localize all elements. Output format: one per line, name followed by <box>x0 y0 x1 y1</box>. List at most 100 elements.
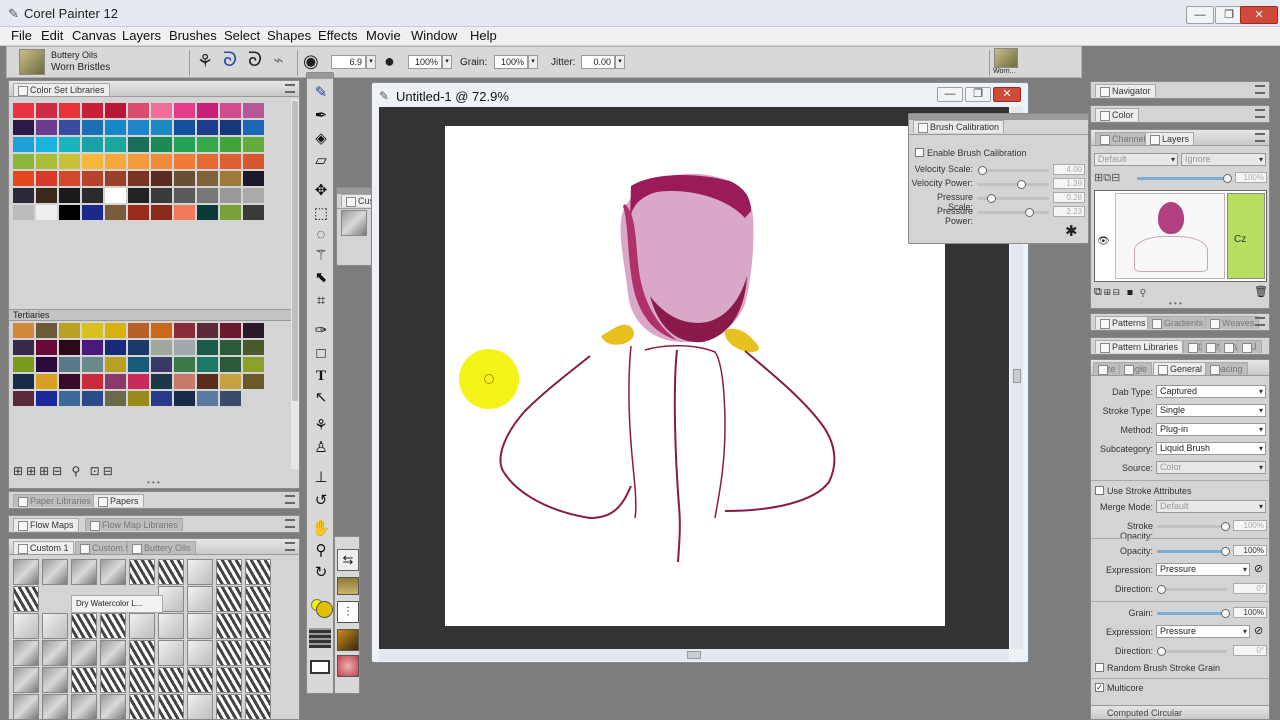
navigator-tab[interactable]: Navigator <box>1095 84 1156 97</box>
stroke-opacity-slider[interactable] <box>1157 522 1230 531</box>
color-set-tab[interactable]: Color Set Libraries <box>13 83 110 96</box>
tertiary-color-swatch[interactable] <box>151 323 172 338</box>
color-swatch[interactable] <box>105 171 126 186</box>
composite-method-dropdown[interactable]: Default <box>1094 153 1178 166</box>
tertiary-color-swatch[interactable] <box>197 323 218 338</box>
buttery-oils-tab[interactable]: Buttery Oils <box>127 541 196 554</box>
opacity-field[interactable]: 100% <box>408 55 442 69</box>
stroke-opacity-value[interactable]: 100% <box>1233 520 1267 531</box>
calibration-slider[interactable] <box>977 180 1049 189</box>
tertiary-color-swatch[interactable] <box>197 374 218 389</box>
menu-window[interactable]: Window <box>411 28 457 43</box>
visibility-eye-icon[interactable]: 👁 <box>1097 236 1110 247</box>
brush-variant-thumbnail[interactable] <box>13 667 39 693</box>
opacity-dropdown[interactable]: ▾ <box>442 55 452 69</box>
tertiary-color-swatch[interactable] <box>36 357 57 372</box>
stroke-type-icon[interactable]: ⚘ <box>197 51 213 72</box>
brush-variant-thumbnail[interactable] <box>129 640 155 666</box>
tertiary-color-swatch[interactable] <box>59 357 80 372</box>
tertiary-color-swatch[interactable] <box>128 391 149 406</box>
stroke-type-dropdown[interactable]: Single <box>1156 404 1266 417</box>
tertiary-color-swatch[interactable] <box>243 374 264 389</box>
doc-close-button[interactable]: ✕ <box>993 87 1021 102</box>
color-swatch[interactable] <box>197 171 218 186</box>
doc-maximize-button[interactable]: ❐ <box>965 87 991 102</box>
slider-knob[interactable] <box>1157 585 1166 594</box>
flow-maps-tab[interactable]: Flow Maps <box>13 518 79 531</box>
tertiary-color-swatch[interactable] <box>197 391 218 406</box>
brush-variant-thumbnail[interactable] <box>158 613 184 639</box>
menu-help[interactable]: Help <box>470 28 497 43</box>
brush-variant-thumbnail[interactable] <box>100 694 126 720</box>
color-swatch[interactable] <box>128 103 149 118</box>
color-swatch[interactable] <box>243 137 264 152</box>
color-swatch[interactable] <box>243 103 264 118</box>
layer-option-icons[interactable]: ⊞⧉⊟ <box>1094 171 1120 185</box>
text-icon[interactable]: T <box>310 366 332 386</box>
brush-variant-thumbnail[interactable] <box>245 694 271 720</box>
additional-color-icon[interactable] <box>316 601 333 618</box>
color-swatch[interactable] <box>220 154 241 169</box>
size-tab[interactable]: Size <box>1093 362 1121 375</box>
rotate-page-icon[interactable]: ↻ <box>310 563 332 583</box>
tertiary-color-swatch[interactable] <box>13 391 34 406</box>
color-swatch[interactable] <box>82 171 103 186</box>
minimize-button[interactable]: — <box>1186 6 1214 24</box>
patterns-tab[interactable]: Patterns <box>1095 316 1151 329</box>
color-swatch[interactable] <box>174 137 195 152</box>
brush-variant-thumbnail[interactable] <box>245 559 271 585</box>
color-swatch[interactable] <box>220 171 241 186</box>
color-swatch[interactable] <box>105 154 126 169</box>
tertiary-color-swatch[interactable] <box>36 391 57 406</box>
tertiary-color-swatch[interactable] <box>59 391 80 406</box>
color-swatch[interactable] <box>174 103 195 118</box>
brush-variant-thumbnail[interactable] <box>42 667 68 693</box>
tertiary-color-swatch[interactable] <box>13 340 34 355</box>
color-swatch[interactable] <box>197 120 218 135</box>
color-swatch[interactable] <box>105 188 126 203</box>
paper-selector-icon[interactable] <box>309 628 331 648</box>
slider-knob[interactable] <box>1221 522 1230 531</box>
color-swatch[interactable] <box>82 154 103 169</box>
enable-calibration-checkbox[interactable] <box>915 148 924 157</box>
custom-brush-1[interactable] <box>341 210 367 236</box>
color-swatch[interactable] <box>36 154 57 169</box>
tertiary-color-swatch[interactable] <box>174 391 195 406</box>
layer-opacity-slider[interactable] <box>1137 174 1232 183</box>
tertiary-color-swatch[interactable] <box>13 357 34 372</box>
tertiary-color-swatch[interactable] <box>59 323 80 338</box>
maximize-button[interactable]: ❐ <box>1215 6 1243 24</box>
brush-variant-thumbnail[interactable] <box>42 640 68 666</box>
crop-icon[interactable]: ⌗ <box>310 291 332 311</box>
source-dropdown[interactable]: Color <box>1156 461 1266 474</box>
brush-variant-thumbnail[interactable] <box>13 694 39 720</box>
brush-tool-icon[interactable]: ✎ <box>310 83 332 103</box>
calibration-value[interactable]: 2.23 <box>1053 206 1085 217</box>
general-tab[interactable]: General <box>1153 362 1208 375</box>
menu-edit[interactable]: Edit <box>41 28 63 43</box>
rubber-stamp-icon[interactable]: ♙ <box>310 438 332 458</box>
color-swatch[interactable] <box>13 120 34 135</box>
brush-variant-thumbnail[interactable] <box>216 613 242 639</box>
color-swatch[interactable] <box>36 171 57 186</box>
brush-variant-thumbnail[interactable] <box>216 640 242 666</box>
color-swatch[interactable] <box>59 103 80 118</box>
invert-expression-icon[interactable]: ⊘ <box>1254 562 1263 575</box>
color-swatch[interactable] <box>13 171 34 186</box>
tertiary-color-swatch[interactable] <box>128 357 149 372</box>
panel-resize-grip[interactable]: • • • <box>147 478 160 487</box>
panel-resize-grip[interactable]: • • • <box>1169 299 1182 308</box>
color-swatch[interactable] <box>105 205 126 220</box>
invert-grain-expression-icon[interactable]: ⊘ <box>1254 624 1263 637</box>
color-swatch[interactable] <box>243 188 264 203</box>
color-swatch[interactable] <box>243 154 264 169</box>
drawing-canvas[interactable] <box>445 126 945 626</box>
color-swatch[interactable] <box>151 188 172 203</box>
brush-variant-thumbnail[interactable] <box>71 559 97 585</box>
tertiary-color-swatch[interactable] <box>36 374 57 389</box>
tertiary-color-swatch[interactable] <box>174 357 195 372</box>
color-swatch[interactable] <box>197 103 218 118</box>
color-swatch[interactable] <box>174 154 195 169</box>
color-swatch[interactable] <box>128 154 149 169</box>
grabber-icon[interactable]: ✋ <box>310 519 332 539</box>
